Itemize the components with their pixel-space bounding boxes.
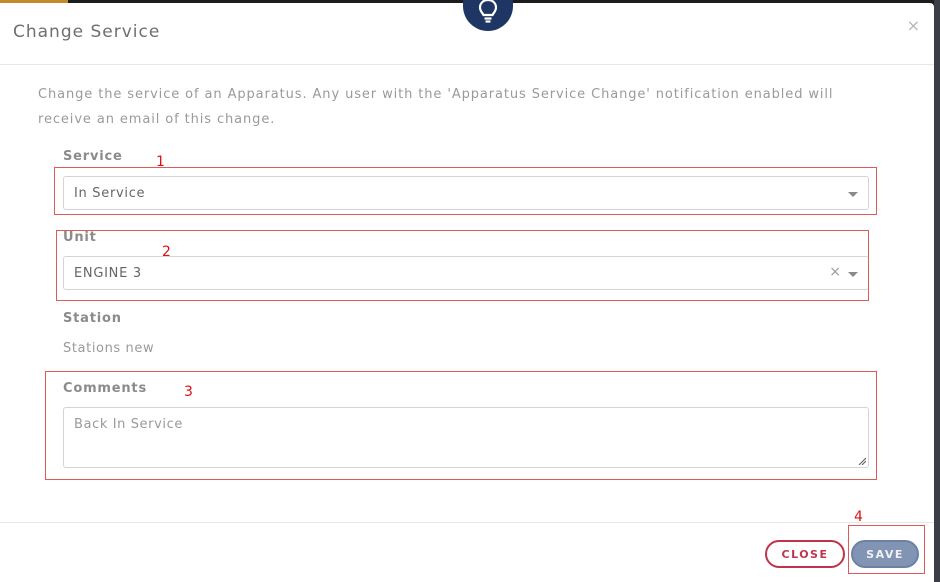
annotation-number-2: 2 bbox=[162, 244, 171, 260]
change-service-modal: Change Service × Change the service of a… bbox=[0, 0, 934, 582]
station-label: Station bbox=[63, 311, 122, 326]
annotation-number-1: 1 bbox=[156, 154, 165, 170]
unit-label: Unit bbox=[63, 230, 97, 245]
chevron-down-icon[interactable] bbox=[848, 272, 858, 277]
chevron-down-icon[interactable] bbox=[848, 192, 858, 197]
modal-description: Change the service of an Apparatus. Any … bbox=[38, 87, 834, 127]
resize-grip-icon[interactable] bbox=[858, 457, 866, 465]
lightbulb-icon bbox=[478, 0, 498, 23]
annotation-number-3: 3 bbox=[184, 384, 193, 400]
close-icon[interactable]: × bbox=[907, 16, 920, 35]
comments-text: Back In Service bbox=[74, 417, 183, 432]
modal-footer: CLOSE SAVE bbox=[0, 522, 934, 582]
close-button[interactable]: CLOSE bbox=[765, 540, 845, 568]
save-button[interactable]: SAVE bbox=[851, 540, 919, 568]
annotation-number-4: 4 bbox=[854, 509, 863, 525]
station-value: Stations new bbox=[63, 341, 155, 356]
screen: Change Service × Change the service of a… bbox=[0, 0, 940, 582]
clear-icon[interactable]: × bbox=[829, 264, 841, 280]
unit-select[interactable]: ENGINE 3 × bbox=[63, 256, 869, 290]
modal-title: Change Service bbox=[13, 22, 161, 42]
service-select-value: In Service bbox=[74, 186, 146, 201]
service-label: Service bbox=[63, 149, 123, 164]
modal-backdrop[interactable] bbox=[934, 0, 940, 582]
unit-select-value: ENGINE 3 bbox=[74, 266, 142, 281]
comments-label: Comments bbox=[63, 381, 147, 396]
service-select[interactable]: In Service bbox=[63, 176, 869, 210]
comments-textarea[interactable]: Back In Service bbox=[63, 407, 869, 468]
